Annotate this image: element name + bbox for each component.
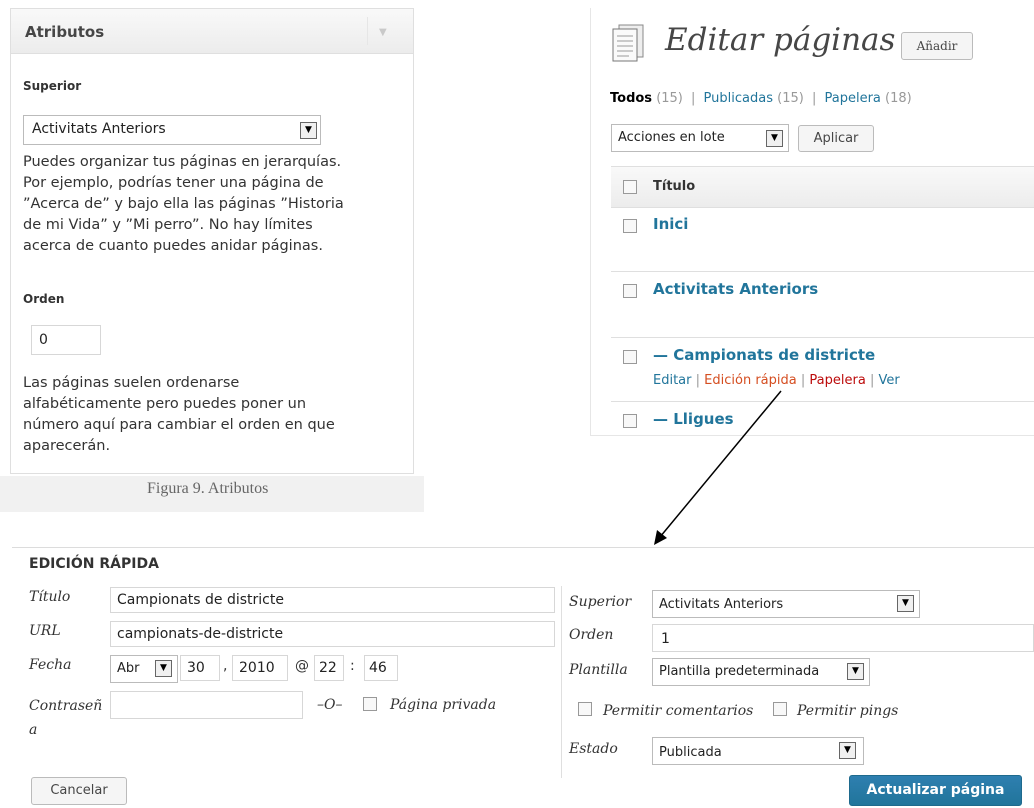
allow-comments-label: Permitir comentarios [603,703,754,719]
date-label: Fecha [29,657,72,673]
parent-select-value: Activitats Anteriors [659,597,784,612]
minute-value: 46 [369,660,387,676]
cancel-button[interactable]: Cancelar [31,777,127,805]
dropdown-arrow-icon[interactable]: ▼ [847,663,864,680]
order-label: Orden [569,627,614,643]
dropdown-arrow-icon[interactable]: ▼ [839,742,856,759]
password-input[interactable] [110,691,303,719]
status-label: Estado [569,741,618,757]
slug-input-value: campionats-de-districte [117,626,284,642]
password-label: Contraseñ a [29,694,102,742]
order-input[interactable]: 1 [652,624,1034,652]
year-value: 2010 [239,660,275,676]
time-colon: : [350,658,355,674]
order-input-value: 1 [661,631,670,647]
allow-comments-checkbox[interactable] [578,702,592,716]
allow-pings-label: Permitir pings [797,703,899,719]
allow-pings-checkbox[interactable] [773,702,787,716]
dropdown-arrow-icon[interactable]: ▼ [155,660,172,677]
year-input[interactable]: 2010 [232,655,288,681]
month-value: Abr [117,661,140,676]
or-separator: –O– [317,697,343,713]
column-divider [561,586,562,778]
date-at-sign: @ [295,658,309,674]
url-label: URL [29,623,61,639]
password-label-line: a [29,722,38,738]
dropdown-arrow-icon[interactable]: ▼ [897,595,914,612]
status-select-value: Publicada [659,745,722,760]
date-comma: , [223,658,228,674]
hour-input[interactable]: 22 [314,655,344,681]
quick-edit-panel: EDICIÓN RÁPIDA Título Campionats de dist… [12,547,1034,808]
status-select[interactable]: Publicada ▼ [652,737,864,765]
hour-value: 22 [319,660,337,676]
day-input[interactable]: 30 [180,655,220,681]
template-label: Plantilla [569,662,628,678]
slug-input[interactable]: campionats-de-districte [110,621,555,647]
template-select-value: Plantilla predeterminada [659,664,820,679]
quick-edit-heading: EDICIÓN RÁPIDA [29,556,159,572]
month-select[interactable]: Abr ▼ [110,655,178,683]
title-input[interactable]: Campionats de districte [110,587,555,613]
title-label: Título [29,589,71,605]
parent-select[interactable]: Activitats Anteriors ▼ [652,590,920,618]
parent-label: Superior [569,594,632,610]
private-label: Página privada [390,697,497,713]
update-page-button[interactable]: Actualizar página [849,775,1022,806]
password-label-line: Contraseñ [29,698,103,714]
template-select[interactable]: Plantilla predeterminada ▼ [652,658,870,686]
minute-input[interactable]: 46 [364,655,398,681]
title-input-value: Campionats de districte [117,592,284,608]
day-value: 30 [187,660,205,676]
private-checkbox[interactable] [363,697,377,711]
